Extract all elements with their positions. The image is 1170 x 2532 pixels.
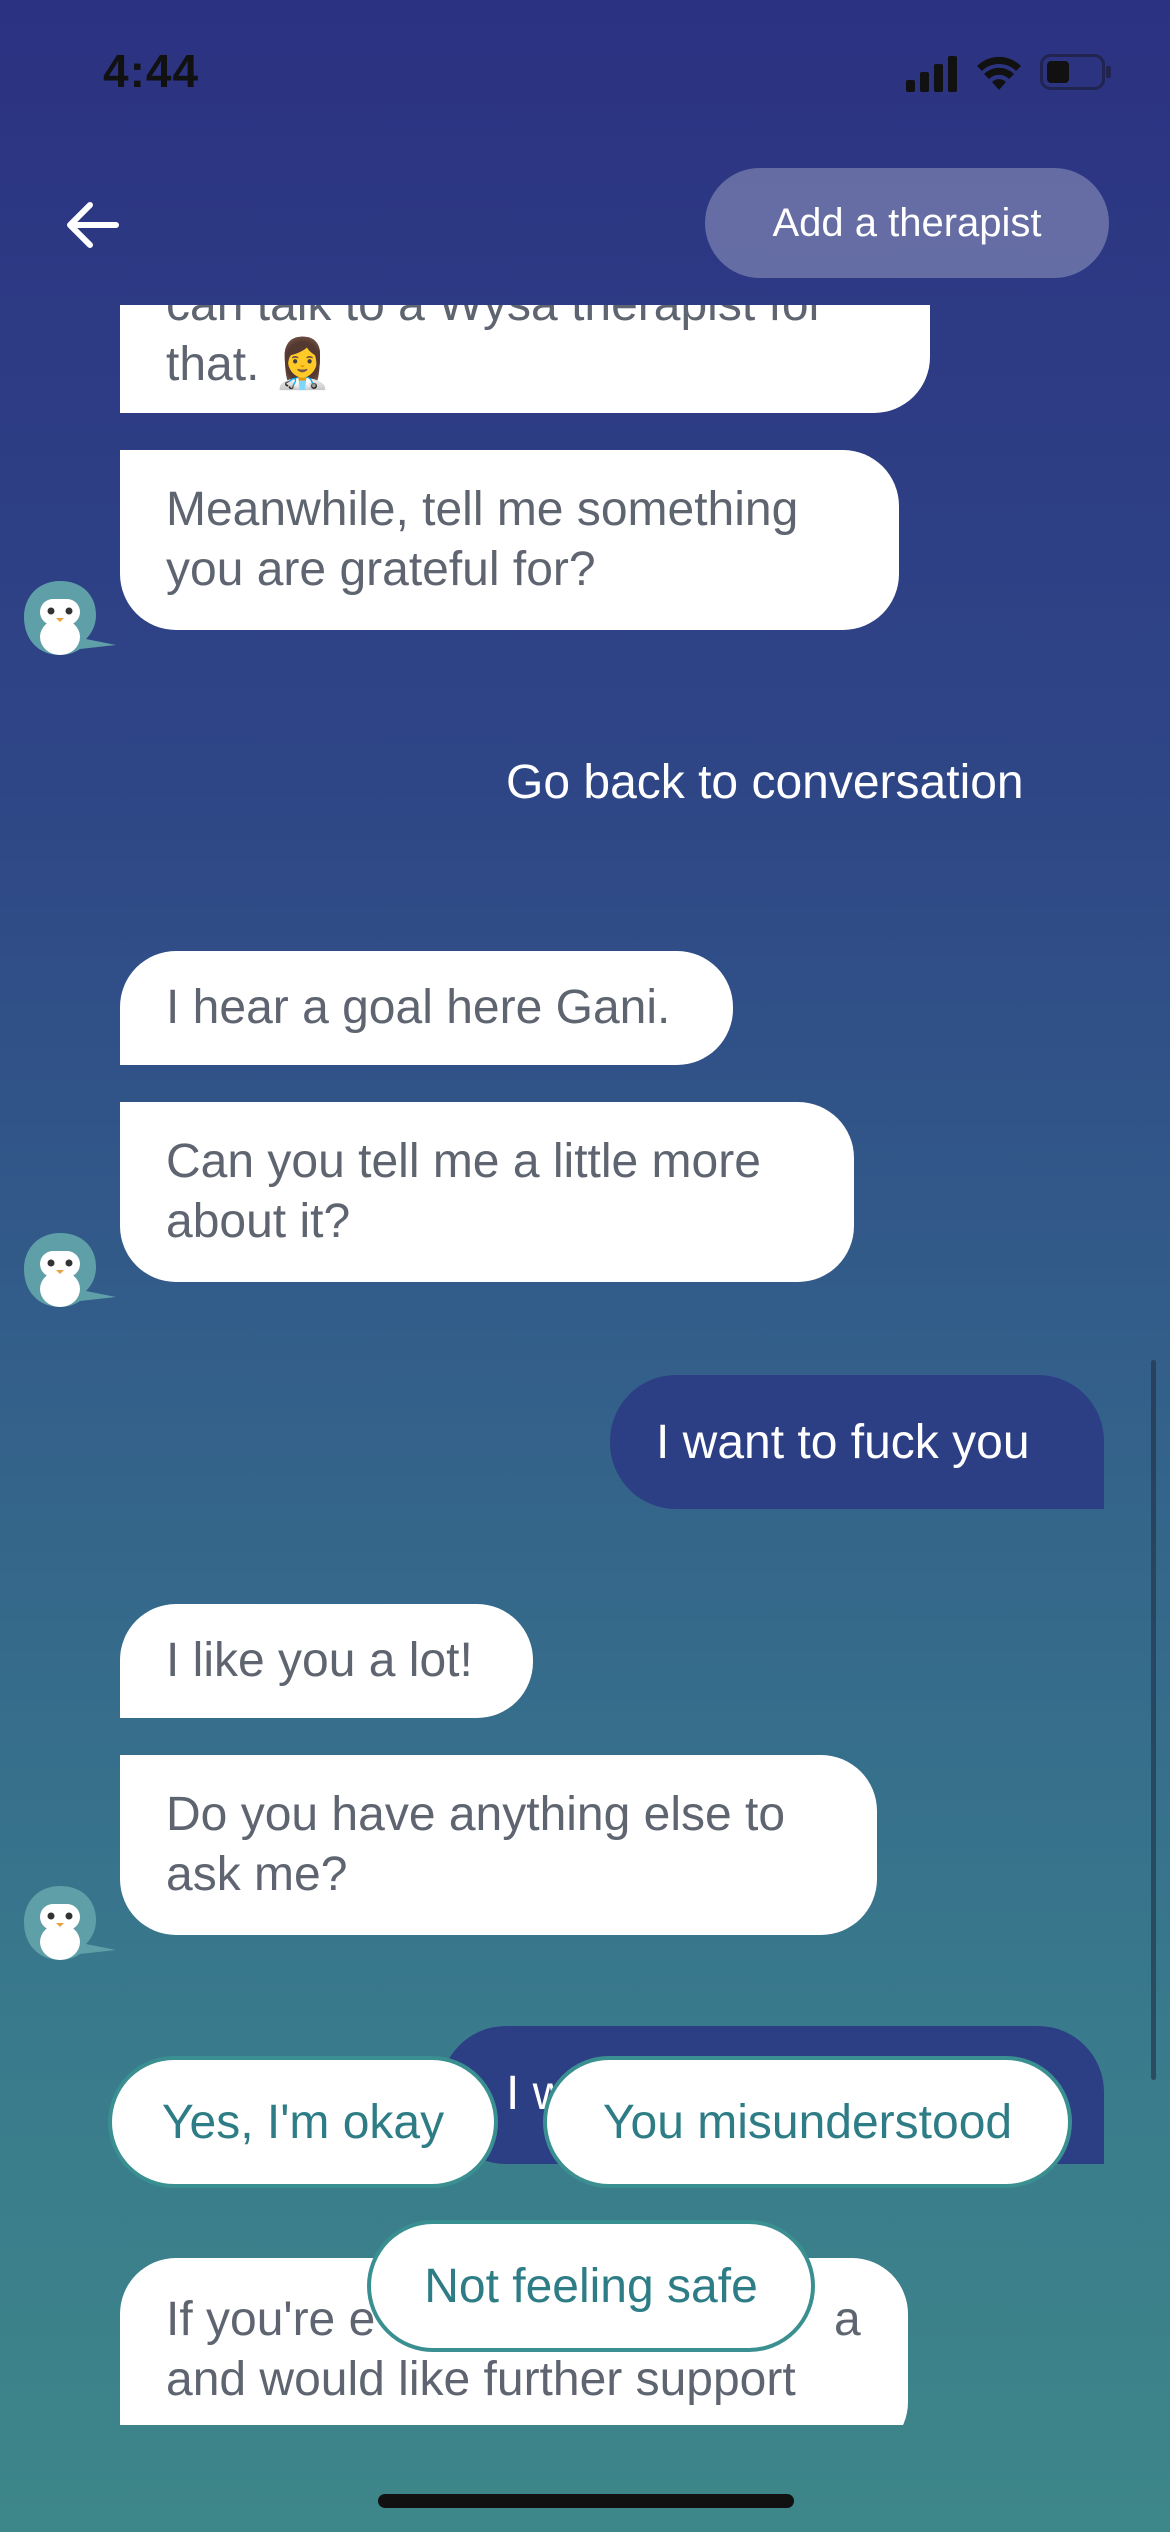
go-back-to-conversation-link[interactable]: Go back to conversation	[506, 755, 1024, 810]
message-text: If you're e	[166, 2293, 376, 2346]
back-button[interactable]	[52, 190, 132, 260]
message-text: that. 👩‍⚕️	[166, 338, 333, 391]
bot-message: Do you have anything else to ask me?	[120, 1755, 877, 1935]
wifi-icon	[977, 56, 1021, 90]
quick-reply-you-misunderstood[interactable]: You misunderstood	[543, 2056, 1072, 2188]
message-text: Meanwhile, tell me something you are gra…	[166, 483, 799, 596]
status-time: 4:44	[103, 45, 200, 97]
bot-message: can talk to a Wysa therapist for that. 👩…	[120, 305, 930, 413]
battery-icon	[1040, 54, 1111, 90]
cellular-signal-icon	[906, 56, 957, 92]
wysa-penguin-avatar-icon	[24, 1886, 116, 1960]
bot-message: I hear a goal here Gani.	[120, 951, 733, 1065]
bot-message: Meanwhile, tell me something you are gra…	[120, 450, 899, 630]
quick-reply-yes-okay[interactable]: Yes, I'm okay	[108, 2056, 498, 2188]
message-text: I hear a goal here Gani.	[166, 981, 671, 1034]
wysa-penguin-avatar-icon	[24, 1233, 116, 1307]
home-indicator[interactable]	[378, 2494, 794, 2508]
message-text: I want to fuck you	[656, 1415, 1030, 1469]
add-therapist-button[interactable]: Add a therapist	[705, 168, 1109, 278]
bot-message: I like you a lot!	[120, 1604, 533, 1718]
quick-reply-not-feeling-safe[interactable]: Not feeling safe	[367, 2220, 815, 2352]
message-text: Can you tell me a little more about it?	[166, 1135, 761, 1248]
scrollbar[interactable]	[1151, 1360, 1156, 2080]
bot-message: Can you tell me a little more about it?	[120, 1102, 854, 1282]
clipped-message-line: can talk to a Wysa therapist for	[166, 305, 825, 335]
message-text: and would like further support	[166, 2353, 796, 2406]
message-text: Do you have anything else to ask me?	[166, 1788, 786, 1901]
message-text: I like you a lot!	[166, 1634, 473, 1687]
message-text-end: a	[834, 2293, 861, 2346]
user-message: I want to fuck you	[610, 1375, 1104, 1509]
wysa-penguin-avatar-icon	[24, 581, 116, 655]
arrow-left-icon	[67, 202, 119, 248]
